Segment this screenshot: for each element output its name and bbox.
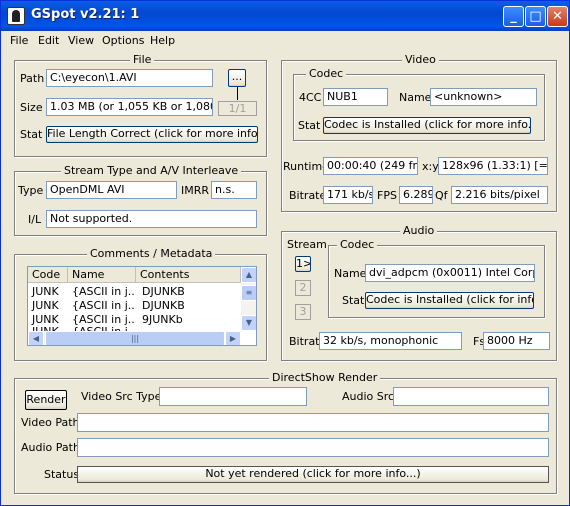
close-icon[interactable]: ✕	[547, 6, 568, 27]
audio-legend: Audio	[400, 225, 438, 237]
table-header: Code Name Contents	[28, 267, 241, 283]
browse-button[interactable]: ...	[228, 69, 246, 87]
audio-stat-label: Stat	[342, 294, 365, 307]
video-codec-legend: Codec	[306, 68, 347, 80]
path-label: Path	[20, 72, 45, 85]
video-path-field	[77, 413, 549, 432]
title-bar[interactable]: GSpot v2.21: 1 _ □ ✕	[1, 1, 569, 31]
cell-contents[interactable]: DJUNKB	[140, 285, 240, 299]
cell-name[interactable]: {ASCII in j...	[70, 299, 136, 313]
audio-bitrate-field: 32 kb/s, monophonic	[319, 332, 462, 350]
comments-legend: Comments / Metadata	[87, 248, 216, 260]
stream-3-button[interactable]: 3	[295, 304, 311, 320]
render-button[interactable]: Render	[25, 390, 67, 410]
status-label: Status	[44, 468, 80, 481]
audio-path-field	[77, 438, 549, 457]
menu-options[interactable]: Options	[102, 31, 144, 50]
file-stat-button[interactable]: File Length Correct (click for more info…	[46, 126, 258, 143]
fps-label: FPS	[377, 189, 397, 202]
path-field[interactable]: C:\eyecon\1.AVI	[46, 69, 213, 87]
scroll-left-icon[interactable]: ◀	[28, 331, 44, 345]
gspot-window: GSpot v2.21: 1 _ □ ✕ File Edit View Opti…	[0, 0, 570, 506]
audio-src-field	[393, 387, 549, 406]
type-field: OpenDML AVI	[46, 181, 177, 199]
size-field: 1.03 MB (or 1,055 KB or 1,080,32	[46, 98, 213, 116]
fourcc-field: NUB1	[323, 88, 388, 106]
connector-line	[237, 87, 238, 100]
imrr-label: IMRR	[181, 184, 210, 197]
audio-src-label: Audio Src	[342, 390, 395, 403]
file-stat-label: Stat	[20, 128, 43, 141]
vertical-scrollbar[interactable]: ▲ ≡ ▼	[241, 267, 256, 331]
file-legend: File	[130, 54, 155, 66]
audio-path-label: Audio Path	[21, 441, 80, 454]
col-name[interactable]: Name	[68, 267, 136, 283]
menu-view[interactable]: View	[68, 31, 94, 50]
comments-table[interactable]: Code Name Contents JUNK {ASCII in j... D…	[27, 266, 257, 346]
video-bitrate-label: Bitrate	[289, 189, 327, 202]
cell-contents[interactable]: DJUNKB	[140, 299, 240, 313]
scroll-up-icon[interactable]: ▲	[241, 267, 256, 283]
menu-bar: File Edit View Options Help	[1, 31, 569, 50]
size-label: Size	[20, 101, 43, 114]
horizontal-scrollbar[interactable]: ◀ ||| ▶	[28, 331, 241, 345]
type-label: Type	[18, 184, 44, 197]
video-name-label: Name	[399, 91, 432, 104]
maximize-icon[interactable]: □	[525, 6, 546, 27]
audio-stat-button[interactable]: Codec is Installed (click for info...)	[365, 292, 534, 309]
menu-edit[interactable]: Edit	[38, 31, 59, 50]
fs-field: 8000 Hz	[483, 332, 550, 350]
cell-name[interactable]: {ASCII in j...	[70, 285, 136, 299]
fps-field: 6.289	[399, 186, 433, 204]
status-button[interactable]: Not yet rendered (click for more info...…	[77, 466, 549, 483]
scroll-down-icon[interactable]: ▼	[241, 315, 256, 331]
fourcc-label: 4CC	[299, 91, 322, 104]
audio-name-field: dvi_adpcm (0x0011) Intel Corporati	[365, 264, 535, 282]
audio-name-label: Name	[334, 267, 367, 280]
directshow-legend: DirectShow Render	[269, 372, 381, 384]
window-title: GSpot v2.21: 1	[31, 7, 140, 22]
cell-code[interactable]: JUNK	[30, 285, 68, 299]
video-legend: Video	[402, 54, 439, 66]
il-label: I/L	[28, 213, 42, 226]
col-code[interactable]: Code	[28, 267, 68, 283]
xy-field: 128x96 (1.33:1) [=4:3]	[438, 157, 548, 175]
hscroll-thumb[interactable]: |||	[45, 331, 225, 345]
stream-2-button[interactable]: 2	[295, 280, 311, 296]
qf-label: Qf	[435, 189, 448, 202]
stream-1-button[interactable]: 1>	[295, 256, 311, 272]
il-field: Not supported.	[46, 210, 257, 228]
runtime-field: 00:00:40 (249 fr)	[323, 157, 418, 175]
menu-help[interactable]: Help	[150, 31, 175, 50]
video-bitrate-field: 171 kb/s	[323, 186, 373, 204]
video-path-label: Video Path	[21, 416, 80, 429]
stream-legend: Stream Type and A/V Interleave	[61, 165, 242, 177]
xy-label: x:y	[422, 160, 439, 173]
video-src-type-label: Video Src Type	[81, 390, 162, 403]
col-contents[interactable]: Contents	[136, 267, 241, 283]
cell-code[interactable]: JUNK	[30, 299, 68, 313]
video-stat-button[interactable]: Codec is Installed (click for more info.…	[323, 117, 531, 134]
stream-label: Stream	[287, 238, 327, 252]
scroll-right-icon[interactable]: ▶	[225, 331, 241, 345]
minimize-icon[interactable]: _	[503, 6, 524, 27]
page-counter: 1/1	[218, 101, 257, 116]
menu-file[interactable]: File	[10, 31, 28, 50]
video-name-field: <unknown>	[430, 88, 537, 106]
audio-codec-legend: Codec	[337, 239, 378, 251]
scroll-thumb[interactable]: ≡	[241, 285, 256, 301]
video-stat-label: Stat	[298, 119, 321, 132]
imrr-field: n.s.	[211, 181, 257, 199]
qf-field: 2.216 bits/pixel	[451, 186, 548, 204]
app-icon	[7, 7, 25, 25]
video-src-type-field	[159, 387, 307, 406]
